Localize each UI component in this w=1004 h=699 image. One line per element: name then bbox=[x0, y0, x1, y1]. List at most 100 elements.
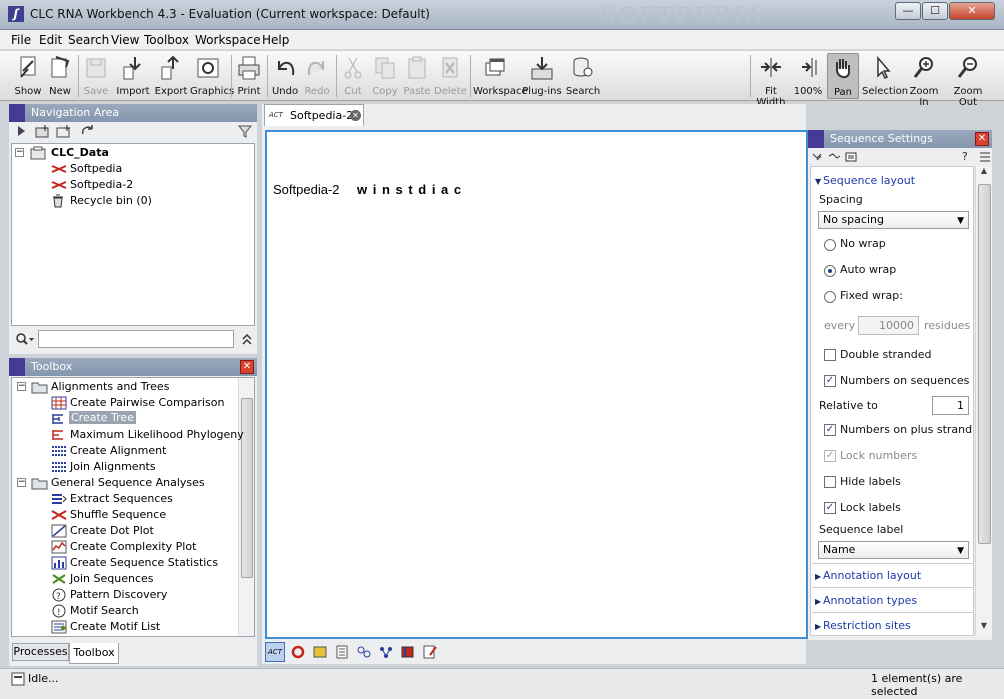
fixed-wrap-radio[interactable] bbox=[824, 291, 836, 303]
menu-toolbox[interactable]: Toolbox bbox=[144, 33, 189, 47]
selection-button[interactable]: Selection bbox=[862, 53, 908, 99]
new-folder-icon[interactable] bbox=[35, 124, 49, 138]
minimize-button[interactable]: — bbox=[895, 2, 921, 20]
tool-motif-search[interactable]: Motif Search bbox=[70, 604, 139, 617]
scrollbar-thumb[interactable] bbox=[978, 184, 991, 544]
graphics-button[interactable]: Graphics bbox=[190, 53, 234, 99]
filter-icon[interactable] bbox=[237, 124, 253, 138]
zoom-out-button[interactable]: Zoom Out bbox=[945, 53, 991, 108]
collapse-toggle[interactable]: − bbox=[15, 148, 24, 157]
new-button[interactable]: New bbox=[46, 53, 74, 99]
double-stranded-checkbox[interactable] bbox=[824, 349, 836, 361]
collapse-all-icon[interactable] bbox=[240, 332, 254, 346]
tool-create-motif-list[interactable]: Create Motif List bbox=[70, 620, 160, 633]
tool-extract-sequences[interactable]: Extract Sequences bbox=[70, 492, 173, 505]
settings-expand-icon[interactable] bbox=[811, 150, 825, 164]
tool-join-sequences[interactable]: Join Sequences bbox=[70, 572, 154, 585]
lock-labels-checkbox[interactable]: ✓ bbox=[824, 502, 836, 514]
pan-button[interactable]: Pan bbox=[827, 53, 859, 99]
fit-width-button[interactable]: Fit Width bbox=[752, 53, 790, 108]
tool-create-pairwise-comparison[interactable]: Create Pairwise Comparison bbox=[70, 396, 224, 409]
group-alignments-trees[interactable]: Alignments and Trees bbox=[51, 380, 169, 393]
tree-item-softpedia[interactable]: Softpedia bbox=[70, 162, 122, 175]
scrollbar-thumb[interactable] bbox=[241, 398, 253, 578]
settings-close-icon[interactable]: ✕ bbox=[975, 132, 989, 146]
copy-button[interactable]: Copy bbox=[370, 53, 400, 99]
save-button[interactable]: Save bbox=[82, 53, 110, 99]
history-view-icon[interactable] bbox=[378, 645, 392, 659]
menu-search[interactable]: Search bbox=[68, 33, 109, 47]
maximize-button[interactable]: ☐ bbox=[922, 2, 948, 20]
section-sequence-layout[interactable]: Sequence layout bbox=[823, 174, 915, 187]
tool-create-alignment[interactable]: Create Alignment bbox=[70, 444, 166, 457]
hide-labels-checkbox[interactable] bbox=[824, 476, 836, 488]
search-button[interactable]: Search bbox=[565, 53, 601, 99]
menu-edit[interactable]: Edit bbox=[39, 33, 62, 47]
graphical-view-icon[interactable] bbox=[313, 645, 327, 659]
no-wrap-radio[interactable] bbox=[824, 239, 836, 251]
group-general-sequence-analyses[interactable]: General Sequence Analyses bbox=[51, 476, 205, 489]
tool-create-complexity-plot[interactable]: Create Complexity Plot bbox=[70, 540, 196, 553]
tool-create-sequence-statistics[interactable]: Create Sequence Statistics bbox=[70, 556, 218, 569]
plugins-button[interactable]: Plug-ins bbox=[522, 53, 562, 99]
text-view-icon[interactable] bbox=[335, 645, 349, 659]
help-icon[interactable]: ? bbox=[962, 150, 968, 163]
collapse-toggle[interactable]: − bbox=[17, 382, 26, 391]
annotation-table-icon[interactable] bbox=[422, 645, 437, 659]
toolbox-scrollbar[interactable] bbox=[238, 378, 254, 636]
numbers-on-plus-checkbox[interactable]: ✓ bbox=[824, 424, 836, 436]
sequence-residues[interactable]: w i n s t d i a c bbox=[357, 182, 462, 197]
delete-button[interactable]: Delete bbox=[434, 53, 467, 99]
zoom-in-button[interactable]: Zoom In bbox=[905, 53, 943, 108]
sequence-label-select[interactable]: Name ▼ bbox=[818, 541, 969, 559]
workspace-button[interactable]: Workspace bbox=[473, 53, 528, 99]
show-arrow-icon[interactable] bbox=[15, 124, 29, 138]
tool-create-tree[interactable]: Create Tree bbox=[69, 411, 136, 424]
tool-maximum-likelihood-phylogeny[interactable]: Maximum Likelihood Phylogeny bbox=[70, 428, 244, 441]
book-view-icon[interactable] bbox=[400, 645, 414, 659]
sequence-view[interactable] bbox=[265, 130, 808, 639]
zoom-100-button[interactable]: 100% bbox=[792, 53, 824, 99]
close-window-button[interactable]: ✕ bbox=[949, 2, 995, 20]
menu-file[interactable]: File bbox=[11, 33, 31, 47]
lock-numbers-checkbox[interactable]: ✓ bbox=[824, 450, 836, 462]
secondary-structure-icon[interactable] bbox=[356, 645, 371, 659]
navigation-search-input[interactable] bbox=[38, 330, 234, 348]
cut-button[interactable]: Cut bbox=[339, 53, 367, 99]
tree-item-recycle-bin[interactable]: Recycle bin (0) bbox=[70, 194, 152, 207]
tool-pattern-discovery[interactable]: Pattern Discovery bbox=[70, 588, 167, 601]
menu-workspace[interactable]: Workspace bbox=[195, 33, 261, 47]
circular-view-icon[interactable] bbox=[291, 645, 305, 659]
tree-root-clc-data[interactable]: CLC_Data bbox=[51, 146, 109, 159]
print-button[interactable]: Print bbox=[235, 53, 263, 99]
refresh-icon[interactable] bbox=[80, 124, 94, 138]
every-input[interactable]: 10000 bbox=[858, 316, 919, 335]
menu-help[interactable]: Help bbox=[262, 33, 289, 47]
new-element-icon[interactable] bbox=[56, 124, 70, 138]
tab-close-icon[interactable]: ✕ bbox=[350, 110, 361, 121]
tool-create-dot-plot[interactable]: Create Dot Plot bbox=[70, 524, 154, 537]
menu-view[interactable]: View bbox=[111, 33, 139, 47]
toolbox-close-icon[interactable]: ✕ bbox=[240, 360, 254, 374]
settings-menu-icon[interactable] bbox=[844, 150, 858, 164]
show-button[interactable]: Show bbox=[12, 53, 44, 99]
settings-scrollbar[interactable]: ▲ ▼ bbox=[975, 166, 992, 636]
sequence-view-button[interactable]: ACT bbox=[265, 642, 285, 662]
auto-wrap-radio[interactable] bbox=[824, 265, 836, 277]
settings-collapse-icon[interactable] bbox=[827, 150, 841, 164]
tree-item-softpedia-2[interactable]: Softpedia-2 bbox=[70, 178, 133, 191]
export-button[interactable]: Export bbox=[154, 53, 188, 99]
redo-button[interactable]: Redo bbox=[302, 53, 332, 99]
list-icon[interactable] bbox=[978, 150, 992, 164]
tool-join-alignments[interactable]: Join Alignments bbox=[70, 460, 156, 473]
tab-toolbox[interactable]: Toolbox bbox=[69, 643, 119, 664]
section-restriction-sites[interactable]: Restriction sites bbox=[823, 619, 911, 632]
tab-processes[interactable]: Processes bbox=[12, 643, 69, 661]
section-annotation-types[interactable]: Annotation types bbox=[823, 594, 917, 607]
collapse-toggle[interactable]: − bbox=[17, 478, 26, 487]
section-annotation-layout[interactable]: Annotation layout bbox=[823, 569, 921, 582]
numbers-on-sequences-checkbox[interactable]: ✓ bbox=[824, 375, 836, 387]
import-button[interactable]: Import bbox=[116, 53, 150, 99]
editor-tab[interactable]: ACT Softpedia-2 ✕ bbox=[264, 104, 364, 126]
paste-button[interactable]: Paste bbox=[402, 53, 432, 99]
